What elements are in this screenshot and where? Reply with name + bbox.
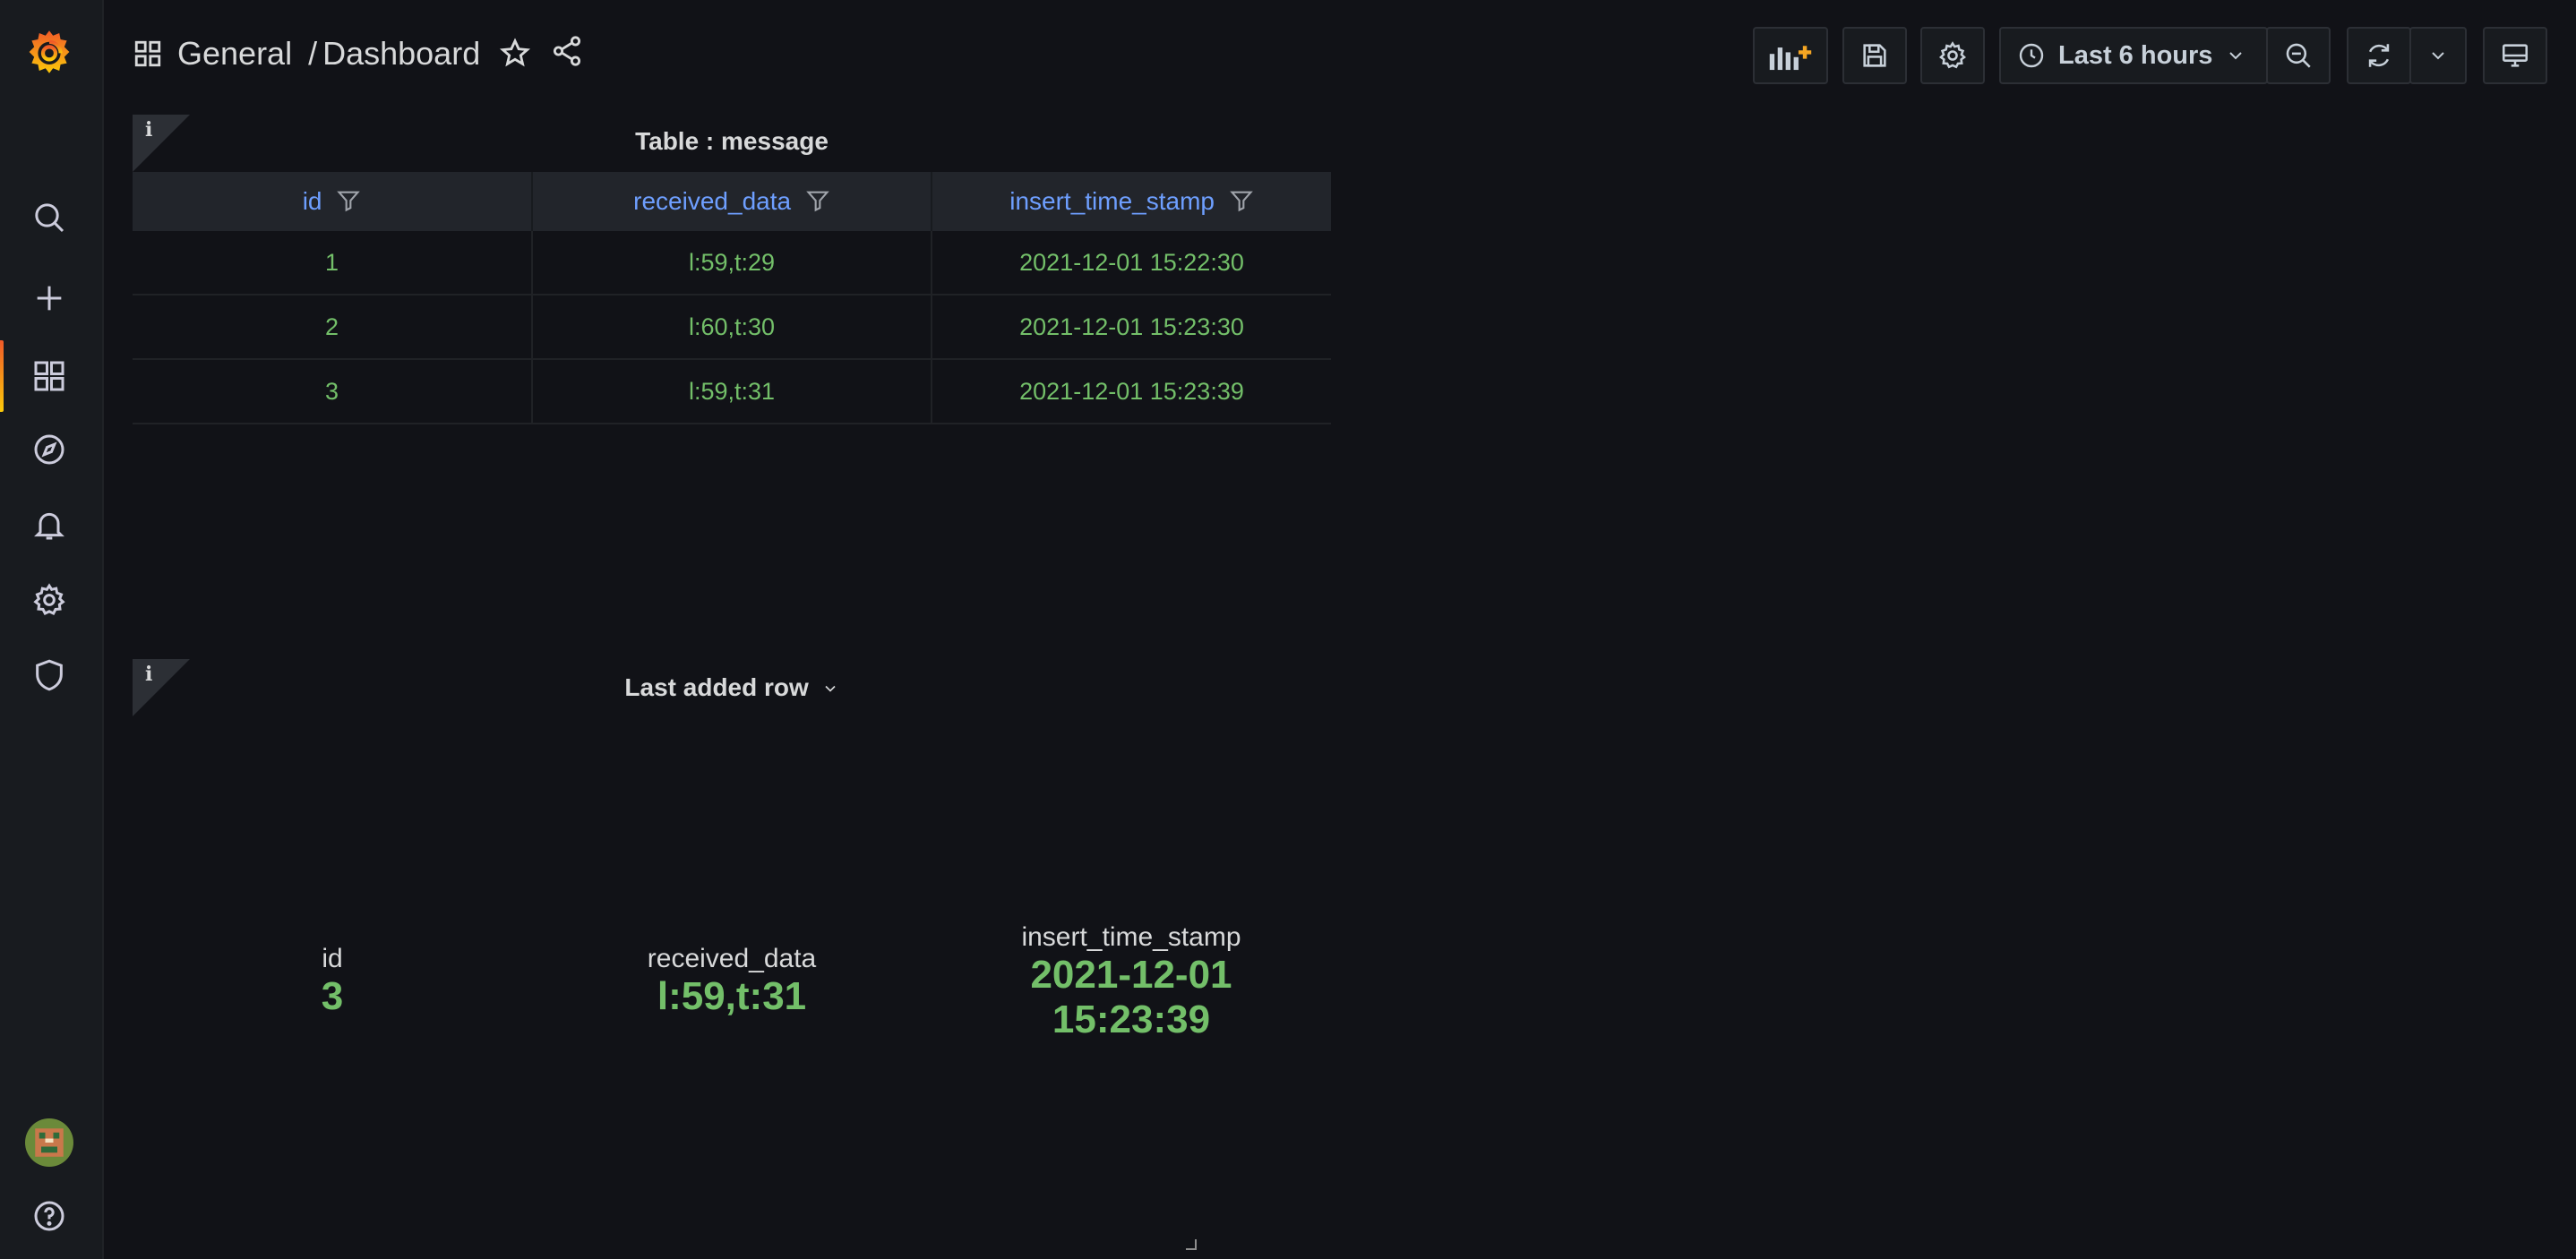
table-cell: 2021-12-01 15:23:39	[932, 359, 1331, 424]
dashboard-navbar: General / Dashboard Last 6 hours	[102, 0, 2576, 111]
stat-value: 3	[321, 974, 344, 1018]
avatar[interactable]	[24, 1118, 74, 1168]
column-header-insert-time-stamp[interactable]: insert_time_stamp	[932, 172, 1331, 231]
stat-value: l:59,t:31	[657, 974, 807, 1018]
table-panel-title[interactable]: Table : message	[133, 127, 1331, 156]
view-mode-button[interactable]	[2483, 27, 2547, 84]
dashboard-settings-button[interactable]	[1920, 27, 1985, 84]
table-row: 1 l:59,t:29 2021-12-01 15:22:30	[133, 231, 1331, 295]
column-header-label: insert_time_stamp	[1009, 187, 1215, 215]
dashboards-icon[interactable]	[24, 351, 74, 401]
filter-icon[interactable]	[1229, 188, 1254, 213]
table-panel: i Table : message id received_data inser…	[133, 115, 1331, 424]
table-cell: l:60,t:30	[532, 295, 932, 360]
save-dashboard-button[interactable]	[1842, 27, 1907, 84]
refresh-interval-dropdown[interactable]	[2409, 27, 2467, 84]
gear-icon	[1938, 41, 1967, 69]
zoom-out-icon	[2286, 43, 2311, 68]
add-panel-button[interactable]	[1753, 27, 1828, 84]
filter-icon[interactable]	[805, 188, 830, 213]
table-cell: 2021-12-01 15:23:30	[932, 295, 1331, 360]
stat-label: insert_time_stamp	[1021, 922, 1241, 952]
help-icon[interactable]	[24, 1191, 74, 1241]
column-header-id[interactable]: id	[133, 172, 533, 231]
stat-id: id 3	[133, 944, 532, 1019]
table-cell: 1	[133, 231, 533, 295]
stat-value-date: 2021-12-01	[1030, 953, 1232, 997]
table-row: 2 l:60,t:30 2021-12-01 15:23:30	[133, 295, 1331, 360]
search-icon[interactable]	[24, 193, 74, 243]
grafana-app: General / Dashboard Last 6 hours i Table…	[0, 0, 2576, 1259]
table-cell: 3	[133, 359, 533, 424]
table-cell: 2021-12-01 15:22:30	[932, 231, 1331, 295]
table-cell: l:59,t:29	[532, 231, 932, 295]
table-cell: 2	[133, 295, 533, 360]
refresh-button[interactable]	[2347, 27, 2411, 84]
add-panel-icon	[1769, 46, 1812, 71]
time-range-picker[interactable]: Last 6 hours	[1999, 27, 2268, 84]
chevron-down-icon	[824, 685, 836, 692]
plus-icon[interactable]	[24, 273, 74, 323]
stat-received-data: received_data l:59,t:31	[532, 944, 932, 1019]
monitor-icon	[2502, 44, 2529, 67]
column-header-received-data[interactable]: received_data	[532, 172, 932, 231]
filter-icon[interactable]	[336, 188, 361, 213]
breadcrumb: General / Dashboard	[133, 27, 584, 81]
stat-panel-title: Last added row	[624, 673, 809, 701]
chevron-down-icon	[2229, 52, 2243, 60]
panel-resize-handle[interactable]	[1186, 1239, 1197, 1250]
alerting-icon[interactable]	[24, 500, 74, 550]
explore-icon[interactable]	[24, 424, 74, 475]
chevron-down-icon	[2432, 52, 2444, 60]
dashboard-grid-icon	[134, 40, 161, 67]
breadcrumb-dashboard[interactable]: Dashboard	[322, 35, 480, 73]
shield-icon[interactable]	[24, 650, 74, 700]
sidebar-active-indicator	[0, 340, 4, 412]
zoom-out-button[interactable]	[2266, 27, 2331, 84]
stat-panel: i Last added row id 3 received_data l:59…	[133, 659, 1331, 1250]
column-header-label: id	[302, 187, 322, 215]
share-icon[interactable]	[550, 34, 584, 68]
clock-icon	[2019, 43, 2044, 68]
time-range-label: Last 6 hours	[2058, 40, 2213, 70]
star-icon[interactable]	[498, 37, 532, 71]
stat-value-time: 15:23:39	[1052, 998, 1211, 1041]
data-table: id received_data insert_time_stamp 1 l:5…	[133, 172, 1331, 424]
stat-label: id	[322, 944, 343, 973]
table-header-row: id received_data insert_time_stamp	[133, 172, 1331, 231]
breadcrumb-folder[interactable]: General	[177, 35, 292, 73]
breadcrumb-separator: /	[308, 35, 318, 72]
table-cell: l:59,t:31	[532, 359, 932, 424]
refresh-icon	[2368, 44, 2390, 67]
stat-panel-header[interactable]: Last added row	[133, 673, 1331, 702]
sidebar	[0, 0, 104, 1259]
grafana-logo-icon[interactable]	[24, 27, 74, 77]
table-row: 3 l:59,t:31 2021-12-01 15:23:39	[133, 359, 1331, 424]
configuration-icon[interactable]	[24, 575, 74, 625]
stat-label: received_data	[647, 944, 817, 973]
column-header-label: received_data	[633, 187, 792, 215]
save-icon	[1863, 44, 1886, 67]
stat-insert-time-stamp: insert_time_stamp 2021-12-01 15:23:39	[932, 922, 1331, 1042]
